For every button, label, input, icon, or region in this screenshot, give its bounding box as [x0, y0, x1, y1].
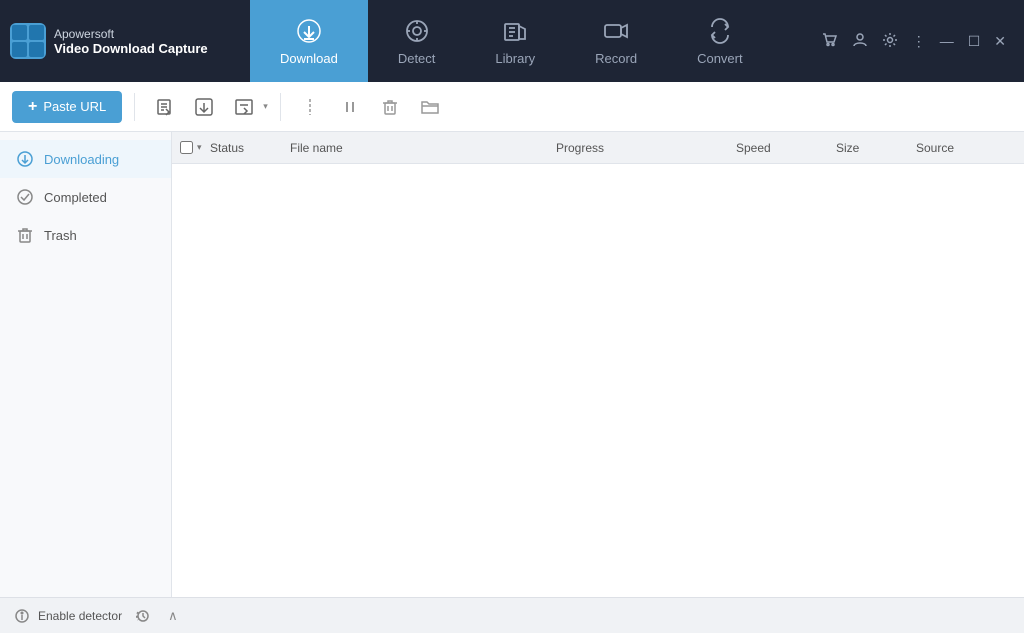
paste-url-plus: + — [28, 98, 37, 116]
logo-area: Apowersoft Video Download Capture — [10, 23, 250, 59]
titlebar: Apowersoft Video Download Capture Downlo… — [0, 0, 1024, 82]
table-header: ▾ Status File name Progress Speed Size S… — [172, 132, 1024, 164]
pin-icon — [300, 97, 320, 117]
delete-button[interactable] — [373, 92, 407, 122]
maximize-button[interactable]: ☐ — [964, 29, 985, 54]
tab-detect[interactable]: Detect — [368, 0, 466, 82]
trash-icon — [16, 226, 34, 244]
open-folder-button[interactable] — [413, 92, 447, 122]
th-checkbox[interactable]: ▾ — [180, 141, 210, 154]
tab-download-label: Download — [280, 51, 338, 66]
tab-library[interactable]: Library — [465, 0, 565, 82]
tab-download[interactable]: Download — [250, 0, 368, 82]
record-nav-icon — [602, 17, 630, 45]
pin-button[interactable] — [293, 92, 327, 122]
detect-nav-icon — [403, 17, 431, 45]
toolbar-divider-2 — [280, 93, 281, 121]
add-from-clipboard-icon — [154, 97, 174, 117]
toolbar: + Paste URL ▾ — [0, 82, 1024, 132]
download-area: ▾ Status File name Progress Speed Size S… — [172, 132, 1024, 597]
history-icon — [135, 608, 151, 624]
pause-button[interactable] — [333, 92, 367, 122]
sidebar-downloading-label: Downloading — [44, 152, 119, 167]
options-split-button[interactable]: ▾ — [227, 92, 268, 122]
th-speed: Speed — [736, 141, 836, 155]
paste-url-button[interactable]: + Paste URL — [12, 91, 122, 123]
status-history-button[interactable] — [130, 606, 156, 626]
table-body — [172, 164, 1024, 597]
user-icon[interactable] — [848, 28, 872, 55]
close-button[interactable]: ✕ — [990, 29, 1010, 54]
th-status: Status — [210, 141, 290, 155]
window-controls: ⋮ — ☐ ✕ — [818, 28, 1014, 55]
sidebar: Downloading Completed Trash — [0, 132, 172, 597]
tab-convert-label: Convert — [697, 51, 743, 66]
completed-icon — [16, 188, 34, 206]
sidebar-item-downloading[interactable]: Downloading — [0, 140, 171, 178]
detector-info-icon — [14, 608, 30, 624]
th-progress: Progress — [556, 141, 736, 155]
options-main-button[interactable] — [227, 92, 261, 122]
toolbar-divider-1 — [134, 93, 135, 121]
sidebar-trash-label: Trash — [44, 228, 77, 243]
more-icon[interactable]: ⋮ — [908, 29, 930, 54]
sidebar-item-trash[interactable]: Trash — [0, 216, 171, 254]
th-filename: File name — [290, 141, 556, 155]
tab-record[interactable]: Record — [565, 0, 667, 82]
app-name: Apowersoft — [54, 27, 208, 41]
library-nav-icon — [501, 17, 529, 45]
sidebar-completed-label: Completed — [44, 190, 107, 205]
tab-library-label: Library — [495, 51, 535, 66]
status-chevron-up[interactable]: ∧ — [164, 606, 182, 626]
download-url-button[interactable] — [187, 92, 221, 122]
download-url-icon — [194, 97, 214, 117]
tab-record-label: Record — [595, 51, 637, 66]
options-icon — [234, 97, 254, 117]
cart-icon[interactable] — [818, 28, 842, 55]
add-clipboard-button[interactable] — [147, 92, 181, 122]
options-dropdown-arrow[interactable]: ▾ — [263, 101, 268, 112]
select-all-checkbox[interactable] — [180, 141, 193, 154]
downloading-icon — [16, 150, 34, 168]
app-logo-icon — [10, 23, 46, 59]
tab-detect-label: Detect — [398, 51, 436, 66]
statusbar: Enable detector ∧ — [0, 597, 1024, 633]
folder-icon — [420, 97, 440, 117]
app-title-block: Apowersoft Video Download Capture — [54, 27, 208, 56]
th-size: Size — [836, 141, 916, 155]
nav-tabs: Download Detect Library — [250, 0, 818, 82]
enable-detector-label: Enable detector — [38, 609, 122, 623]
th-checkbox-arrow[interactable]: ▾ — [197, 142, 202, 153]
download-nav-icon — [295, 17, 323, 45]
minimize-button[interactable]: — — [936, 29, 958, 53]
delete-icon — [380, 97, 400, 117]
pause-icon — [340, 97, 360, 117]
settings-icon[interactable] — [878, 28, 902, 55]
convert-nav-icon — [706, 17, 734, 45]
app-subtitle: Video Download Capture — [54, 41, 208, 56]
tab-convert[interactable]: Convert — [667, 0, 773, 82]
sidebar-item-completed[interactable]: Completed — [0, 178, 171, 216]
enable-detector-button[interactable]: Enable detector — [38, 609, 122, 623]
paste-url-label: Paste URL — [43, 99, 106, 114]
th-source: Source — [916, 141, 1016, 155]
main-content: Downloading Completed Trash — [0, 132, 1024, 597]
